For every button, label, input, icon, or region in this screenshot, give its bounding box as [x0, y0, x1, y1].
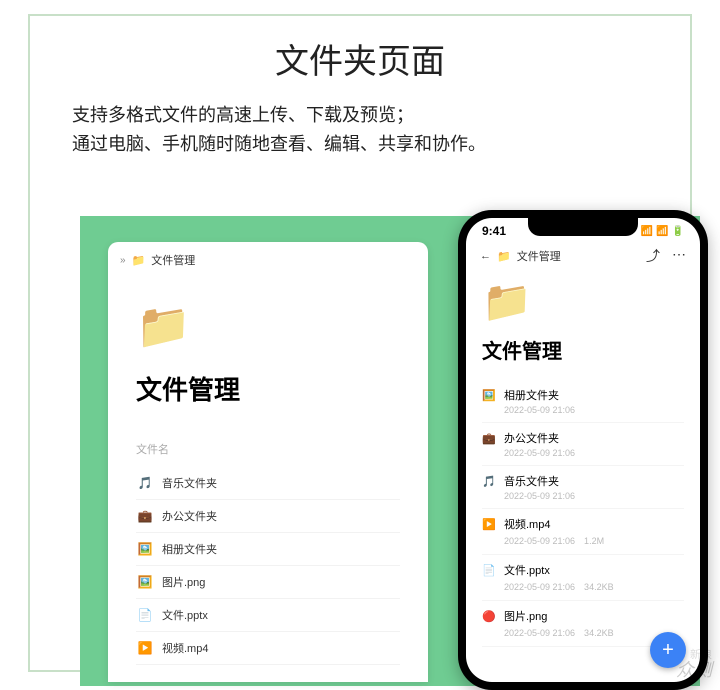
list-item[interactable]: 🖼️ 相册文件夹: [136, 533, 400, 566]
breadcrumb[interactable]: 文件管理: [517, 248, 561, 264]
battery-icon: 🔋: [672, 226, 684, 237]
file-name: 图片.png: [504, 608, 547, 624]
file-icon: 🖼️: [482, 389, 496, 402]
file-name: 文件.pptx: [504, 562, 550, 578]
desktop-toolbar: » 📁 文件管理: [108, 242, 428, 278]
folder-large-icon: 📁: [136, 300, 428, 352]
file-icon: 🖼️: [136, 542, 154, 556]
list-item[interactable]: 📄 文件.pptx 2022-05-09 21:06 34.2KB: [482, 555, 684, 601]
phone-notch: [528, 218, 638, 236]
file-name: 音乐文件夹: [162, 475, 217, 491]
list-item[interactable]: ▶️ 视频.mp4 2022-05-09 21:06 1.2M: [482, 509, 684, 555]
list-item[interactable]: 🖼️ 相册文件夹 2022-05-09 21:06: [482, 380, 684, 423]
file-meta: 2022-05-09 21:06: [504, 491, 684, 501]
folder-large-icon: 📁: [482, 278, 700, 325]
page-title: 文件夹页面: [30, 34, 690, 83]
file-name: 音乐文件夹: [504, 473, 559, 489]
file-icon: 📄: [136, 608, 154, 622]
file-name: 视频.mp4: [162, 640, 208, 656]
status-time: 9:41: [482, 224, 506, 238]
file-meta: 2022-05-09 21:06 34.2KB: [504, 580, 684, 593]
watermark: 众测: [676, 656, 712, 682]
file-icon: 🎵: [482, 475, 496, 488]
share-icon[interactable]: ⤴: [646, 246, 660, 266]
chevron-icon: »: [120, 255, 126, 266]
file-icon: ▶️: [482, 518, 496, 531]
list-item[interactable]: 📄 文件.pptx: [136, 599, 400, 632]
more-icon[interactable]: ⋯: [672, 246, 686, 266]
folder-icon: 📁: [497, 250, 511, 263]
file-name: 文件.pptx: [162, 607, 208, 623]
phone-screen: 9:41 📶 📶 🔋 ← 📁 文件管理 ⤴ ⋯: [466, 218, 700, 682]
phone-heading: 文件管理: [482, 335, 700, 364]
file-name: 办公文件夹: [162, 508, 217, 524]
phone-nav: ← 📁 文件管理 ⤴ ⋯: [466, 238, 700, 270]
desktop-heading: 文件管理: [136, 370, 428, 407]
list-item[interactable]: ▶️ 视频.mp4: [136, 632, 400, 665]
list-item[interactable]: 💼 办公文件夹 2022-05-09 21:06: [482, 423, 684, 466]
breadcrumb[interactable]: 文件管理: [151, 252, 195, 268]
file-meta: 2022-05-09 21:06: [504, 405, 684, 415]
file-meta: 2022-05-09 21:06: [504, 448, 684, 458]
page-desc: 支持多格式文件的高速上传、下载及预览； 通过电脑、手机随时随地查看、编辑、共享和…: [72, 101, 690, 159]
list-item[interactable]: 💼 办公文件夹: [136, 500, 400, 533]
green-stage: » 📁 文件管理 📁 文件管理 文件名 🎵音乐文件夹💼办公文件夹🖼️相册文件夹🖼…: [80, 216, 700, 686]
list-item[interactable]: 🎵 音乐文件夹 2022-05-09 21:06: [482, 466, 684, 509]
wifi-icon: 📶: [656, 226, 668, 237]
file-icon: 🔴: [482, 610, 496, 623]
signal-icon: 📶: [641, 226, 653, 237]
desc-line2: 通过电脑、手机随时随地查看、编辑、共享和协作。: [72, 130, 690, 159]
column-header: 文件名: [136, 441, 428, 457]
file-icon: 🖼️: [136, 575, 154, 589]
desktop-window: » 📁 文件管理 📁 文件管理 文件名 🎵音乐文件夹💼办公文件夹🖼️相册文件夹🖼…: [108, 242, 428, 682]
file-name: 相册文件夹: [504, 387, 559, 403]
phone-frame: 9:41 📶 📶 🔋 ← 📁 文件管理 ⤴ ⋯: [458, 210, 708, 690]
file-icon: 💼: [136, 509, 154, 523]
file-meta: 2022-05-09 21:06 1.2M: [504, 534, 684, 547]
phone-file-list: 🖼️ 相册文件夹 2022-05-09 21:06 💼 办公文件夹 2022-05-09 …: [466, 380, 700, 647]
file-icon: ▶️: [136, 641, 154, 655]
file-icon: 📄: [482, 564, 496, 577]
list-item[interactable]: 🎵 音乐文件夹: [136, 467, 400, 500]
list-item[interactable]: 🖼️ 图片.png: [136, 566, 400, 599]
file-icon: 💼: [482, 432, 496, 445]
back-icon[interactable]: ←: [480, 250, 491, 262]
desktop-file-list: 🎵 音乐文件夹 💼 办公文件夹 🖼️ 相册文件夹 🖼️ 图片.png 📄 文件.pptx ▶️ 视频.…: [136, 467, 400, 665]
file-name: 办公文件夹: [504, 430, 559, 446]
file-name: 图片.png: [162, 574, 205, 590]
file-name: 相册文件夹: [162, 541, 217, 557]
file-name: 视频.mp4: [504, 516, 550, 532]
desc-line1: 支持多格式文件的高速上传、下载及预览；: [72, 101, 690, 130]
folder-icon: 📁: [132, 254, 146, 267]
file-icon: 🎵: [136, 476, 154, 490]
